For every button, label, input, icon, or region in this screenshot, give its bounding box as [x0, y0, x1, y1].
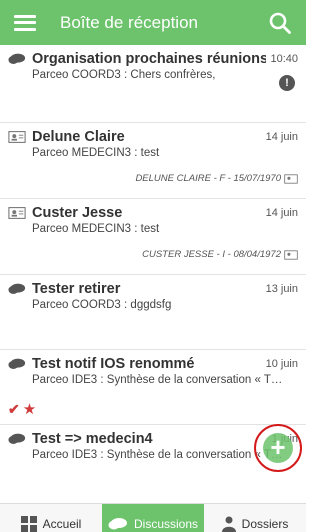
- app-header: Boîte de réception: [0, 0, 306, 45]
- conversation-date: 14 juin: [265, 207, 298, 219]
- chat-bubble-icon: [8, 433, 26, 444]
- conversation-title: Tester retirer: [32, 281, 121, 297]
- patient-card-icon: [8, 207, 26, 219]
- conversation-title: Test notif IOS renommé: [32, 356, 195, 372]
- patient-info: DELUNE CLAIRE - F - 15/07/1970: [8, 173, 298, 184]
- chat-bubble-icon: [8, 53, 26, 64]
- conversation-title: Custer Jesse: [32, 205, 123, 221]
- conversation-preview: Parceo MEDECIN3 : test: [32, 147, 160, 159]
- conversation-item[interactable]: Test notif IOS renommé 10 juin Parceo ID…: [0, 350, 306, 394]
- conversation-preview: Parceo MEDECIN3 : test: [32, 223, 160, 235]
- tab-label: Accueil: [42, 516, 82, 531]
- conversation-preview: Parceo COORD3 : dggdsfg: [32, 299, 172, 311]
- conversation-item[interactable]: Custer Jesse 14 juin Parceo MEDECIN3 : t…: [0, 199, 306, 275]
- conversation-list[interactable]: Organisation prochaines réunions 10:40 P…: [0, 45, 306, 488]
- chat-bubble-icon: [108, 517, 127, 529]
- conversation-date: 14 juin: [265, 131, 298, 143]
- patient-card-icon: [8, 131, 26, 143]
- conversation-preview: Parceo COORD3 : Chers confrères,: [32, 69, 216, 81]
- conversation-title: Organisation prochaines réunions: [32, 51, 267, 67]
- menu-icon[interactable]: [14, 14, 36, 31]
- tab-accueil[interactable]: Accueil: [0, 504, 102, 532]
- plus-icon: +: [263, 433, 293, 463]
- tab-label: Discussions: [133, 516, 199, 531]
- conversation-title: Delune Claire: [32, 129, 125, 145]
- patient-info: CUSTER JESSE - I - 08/04/1972: [8, 249, 298, 260]
- tab-dossiers[interactable]: Dossiers: [204, 504, 306, 532]
- conversation-date: 10:40: [270, 53, 298, 65]
- patient-card-icon: [284, 249, 298, 260]
- page-title: Boîte de réception: [60, 12, 198, 32]
- conversation-item[interactable]: Tester retirer 13 juin Parceo COORD3 : d…: [0, 275, 306, 350]
- alert-badge: !: [279, 75, 295, 91]
- conversation-date: 13 juin: [265, 283, 298, 295]
- conversation-title: Test => medecin4: [32, 431, 153, 447]
- patient-label: CUSTER JESSE - I - 08/04/1972: [142, 249, 281, 260]
- tab-label: Dossiers: [241, 516, 289, 531]
- conversation-item[interactable]: Organisation prochaines réunions 10:40 P…: [0, 45, 306, 123]
- tab-discussions[interactable]: Discussions: [102, 504, 204, 532]
- chat-bubble-icon: [8, 358, 26, 369]
- patient-card-icon: [284, 173, 298, 184]
- search-icon[interactable]: [268, 11, 292, 35]
- conversation-item[interactable]: Delune Claire 14 juin Parceo MEDECIN3 : …: [0, 123, 306, 199]
- chat-bubble-icon: [8, 283, 26, 294]
- bottom-tab-bar: Accueil Discussions Dossiers: [0, 503, 306, 532]
- star-icon: ★: [22, 401, 37, 418]
- person-icon: [221, 516, 236, 532]
- patient-label: DELUNE CLAIRE - F - 15/07/1970: [135, 173, 281, 184]
- conversation-marks: ✔ ★: [0, 394, 306, 425]
- conversation-date: 10 juin: [265, 358, 298, 370]
- check-icon: ✔: [8, 400, 20, 417]
- conversation-preview: Parceo IDE3 : Synthèse de la conversatio…: [32, 374, 283, 386]
- new-conversation-button[interactable]: +: [254, 424, 302, 472]
- grid-icon: [20, 515, 37, 532]
